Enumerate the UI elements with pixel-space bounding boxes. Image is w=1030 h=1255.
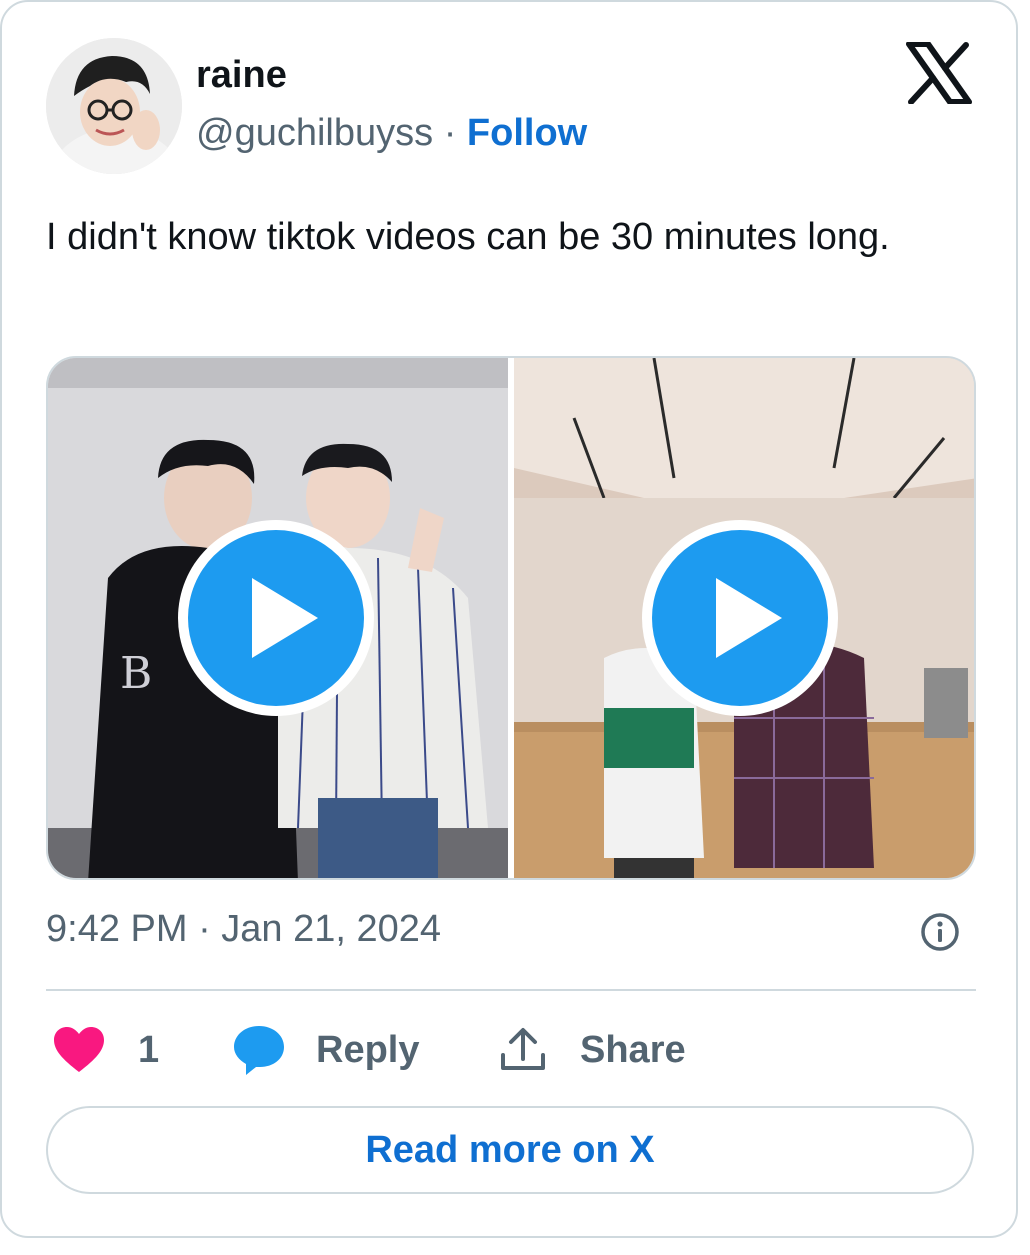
media-grid: B (46, 356, 976, 880)
video-thumbnail-2[interactable] (514, 358, 974, 878)
speech-bubble-icon (234, 1026, 284, 1075)
reply-label: Reply (316, 1028, 420, 1071)
heart-icon (54, 1027, 104, 1072)
avatar-image (46, 38, 182, 174)
author-handle-row: @guchilbuyss · Follow (196, 112, 587, 155)
share-label: Share (580, 1028, 686, 1071)
tweet-text: I didn't know tiktok videos can be 30 mi… (46, 216, 890, 258)
divider (46, 989, 976, 991)
share-upload-icon (501, 1028, 545, 1070)
svg-text:B: B (120, 648, 152, 699)
info-icon[interactable] (920, 912, 960, 952)
reply-button[interactable]: Reply (232, 1020, 419, 1080)
read-more-button[interactable]: Read more on X (46, 1106, 974, 1194)
play-icon (188, 530, 364, 706)
author-handle[interactable]: @guchilbuyss (196, 112, 433, 154)
x-logo-icon[interactable] (906, 42, 972, 104)
tweet-card: raine @guchilbuyss · Follow I didn't kno… (0, 0, 1018, 1238)
avatar[interactable] (46, 38, 182, 174)
share-button[interactable]: Share (498, 1020, 686, 1080)
author-name[interactable]: raine (196, 54, 287, 97)
play-button-2[interactable] (642, 520, 838, 716)
read-more-label: Read more on X (365, 1128, 655, 1171)
separator-dot: · (443, 112, 457, 154)
action-bar: 1 Reply Share (46, 1020, 976, 1080)
play-button-1[interactable] (178, 520, 374, 716)
video-thumbnail-1[interactable]: B (48, 358, 508, 878)
like-button[interactable]: 1 (52, 1020, 159, 1080)
tweet-timestamp[interactable]: 9:42 PM · Jan 21, 2024 (46, 908, 441, 951)
play-icon (652, 530, 828, 706)
follow-button[interactable]: Follow (467, 112, 587, 154)
like-count: 1 (138, 1028, 160, 1071)
